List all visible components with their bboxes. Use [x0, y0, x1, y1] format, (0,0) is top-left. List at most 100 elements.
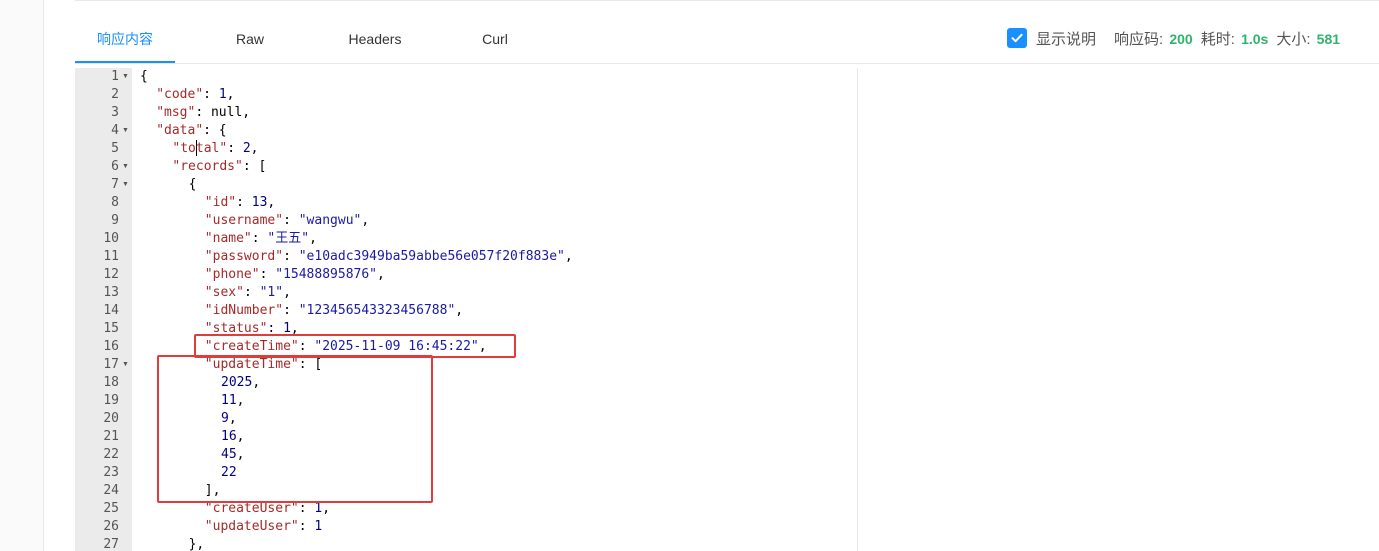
- code-token: ,: [377, 267, 385, 282]
- top-divider: [75, 0, 1379, 1]
- code-token: "msg": [156, 105, 196, 120]
- line-number: 8: [111, 195, 119, 210]
- code-line: "records": [: [172, 158, 266, 176]
- line-number: 6: [111, 159, 119, 174]
- line-number: 7: [111, 177, 119, 192]
- code-token: "name": [204, 231, 252, 246]
- code-token: :: [259, 267, 276, 282]
- code-token: "code": [156, 87, 204, 102]
- code-line: "id": 13,: [205, 194, 275, 212]
- check-icon: [1011, 33, 1023, 43]
- line-number: 4: [111, 123, 119, 138]
- response-size: 大小: 581: [1276, 28, 1340, 49]
- highlight-box-updatetime: [157, 355, 433, 503]
- elapsed-time-value: 1.0s: [1241, 30, 1269, 47]
- show-description-label[interactable]: 显示说明: [1036, 28, 1096, 49]
- code-token: ,: [564, 249, 573, 264]
- tab-headers[interactable]: Headers: [325, 18, 425, 63]
- code-line: "total": 2,: [172, 140, 258, 158]
- code-token: :: [236, 195, 252, 210]
- response-status-bar: 显示说明 响应码: 200 耗时: 1.0s 大小: 581: [1007, 26, 1348, 50]
- elapsed-time-label: 耗时:: [1200, 30, 1235, 48]
- line-number: 5: [111, 141, 119, 156]
- status-code-value: 200: [1169, 30, 1193, 47]
- code-token: ,: [226, 87, 235, 102]
- code-token: "王五": [267, 231, 310, 246]
- code-token: "123456543323456788": [298, 303, 456, 318]
- line-number: 1: [111, 69, 119, 84]
- show-description-checkbox[interactable]: [1007, 28, 1027, 48]
- code-token: 1: [218, 87, 227, 102]
- line-number: 3: [111, 105, 119, 120]
- fold-toggle-icon[interactable]: ▼: [122, 176, 130, 194]
- code-token: :: [203, 87, 219, 102]
- elapsed-time: 耗时: 1.0s: [1201, 28, 1269, 49]
- code-token: "id": [204, 195, 237, 210]
- code-token: "password": [204, 249, 284, 264]
- code-token: :: [283, 249, 299, 264]
- code-token: "total": [172, 141, 228, 156]
- line-number: 25: [103, 501, 119, 516]
- tab-response-content[interactable]: 响应内容: [75, 18, 175, 63]
- line-number: 17: [103, 357, 119, 372]
- code-token: :: [283, 213, 299, 228]
- code-token: :: [298, 501, 315, 516]
- tab-raw[interactable]: Raw: [205, 18, 295, 63]
- code-token: },: [188, 537, 205, 551]
- line-number: 26: [103, 519, 119, 534]
- code-line: {: [140, 68, 148, 86]
- code-token: :: [298, 519, 315, 534]
- line-number: 27: [103, 537, 119, 551]
- tab-curl[interactable]: Curl: [455, 18, 535, 63]
- fold-toggle-icon[interactable]: ▼: [122, 68, 130, 86]
- line-number: 18: [103, 375, 119, 390]
- line-number: 11: [103, 249, 119, 264]
- line-number: 22: [103, 447, 119, 462]
- line-number-gutter: 1 ▼ 2 3 4 ▼ 5 6 ▼ 7 ▼ 8 9 10 11 12 13 14 15 16 17 ▼ 18 19 20 21 22…: [75, 68, 132, 551]
- code-token: "wangwu": [298, 213, 362, 228]
- code-token: :: [195, 105, 211, 120]
- code-token: ,: [361, 213, 370, 228]
- code-token: "username": [204, 213, 284, 228]
- code-line: },: [189, 536, 205, 551]
- line-number: 23: [103, 465, 119, 480]
- code-token: "15488895876": [275, 267, 377, 282]
- fold-toggle-icon[interactable]: ▼: [122, 356, 130, 374]
- code-token: ,: [309, 231, 317, 246]
- code-token: null: [210, 105, 243, 120]
- code-token: "data": [156, 123, 204, 138]
- code-token: :: [227, 141, 243, 156]
- code-line: "code": 1,: [156, 86, 234, 104]
- print-margin-line: [857, 68, 858, 551]
- line-number: 13: [103, 285, 119, 300]
- fold-toggle-icon[interactable]: ▼: [122, 122, 130, 140]
- code-token: "idNumber": [204, 303, 284, 318]
- code-token: ,: [267, 195, 276, 210]
- code-token: 2: [242, 141, 251, 156]
- fold-toggle-icon[interactable]: ▼: [122, 158, 130, 176]
- line-number: 10: [103, 231, 119, 246]
- line-number: 20: [103, 411, 119, 426]
- code-token: "sex": [204, 285, 244, 300]
- code-token: {: [140, 69, 148, 84]
- response-size-value: 581: [1316, 30, 1341, 47]
- code-token: {: [188, 177, 197, 192]
- code-token: "records": [172, 159, 243, 174]
- response-size-label: 大小:: [1276, 30, 1311, 48]
- code-token: ,: [455, 303, 464, 318]
- line-number: 16: [103, 339, 119, 354]
- status-code-label: 响应码:: [1114, 30, 1164, 48]
- code-token: ,: [242, 105, 251, 120]
- line-number: 14: [103, 303, 119, 318]
- code-token: "updateUser": [204, 519, 299, 534]
- code-token: "1": [259, 285, 284, 300]
- code-line: "msg": null,: [156, 104, 250, 122]
- code-token: ,: [322, 501, 331, 516]
- code-line: "idNumber": "123456543323456788",: [205, 302, 463, 320]
- code-line: "username": "wangwu",: [205, 212, 369, 230]
- code-line: {: [189, 176, 197, 194]
- code-line: "data": {: [156, 122, 226, 140]
- code-line: "sex": "1",: [205, 284, 291, 302]
- code-token: "e10adc3949ba59abbe56e057f20f883e": [298, 249, 565, 264]
- status-code: 响应码: 200: [1114, 28, 1193, 49]
